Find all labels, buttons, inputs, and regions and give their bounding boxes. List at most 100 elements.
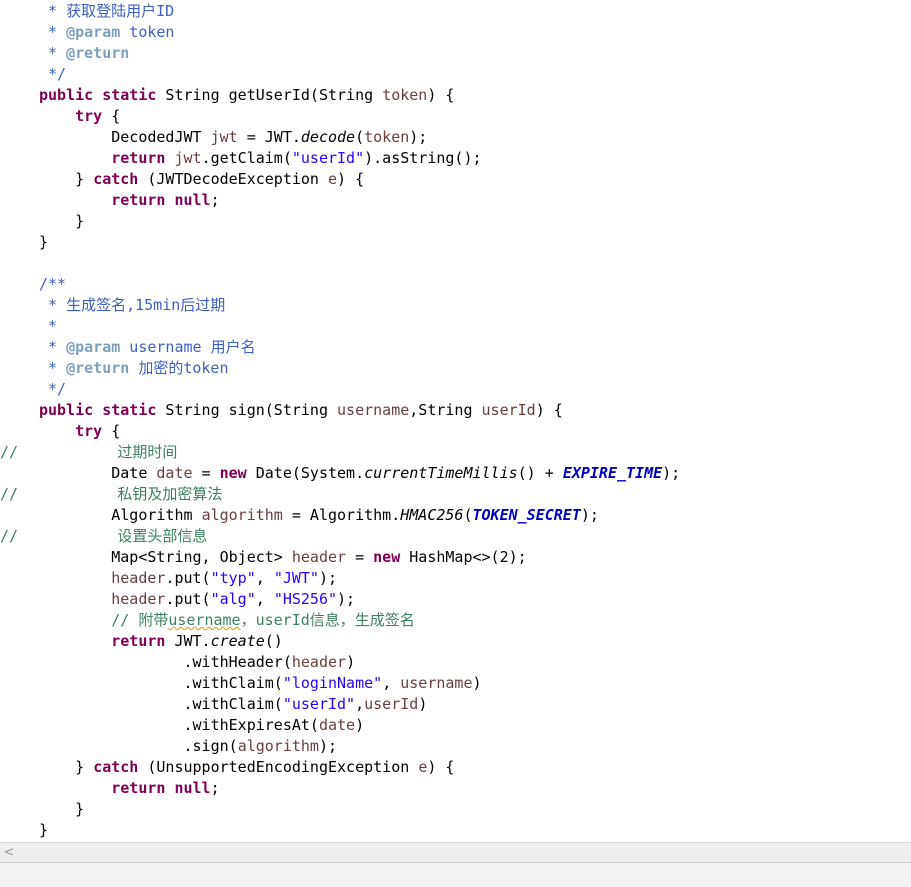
- code-token: *: [39, 317, 58, 335]
- code-token: header: [291, 653, 347, 671]
- code-token: }: [39, 758, 94, 776]
- code-token: */: [39, 380, 67, 398]
- code-token: Date(System.: [246, 464, 365, 482]
- code-line[interactable]: return JWT.create(): [39, 631, 283, 652]
- code-line[interactable]: header.put("typ", "JWT");: [39, 568, 337, 589]
- status-bar: [0, 862, 911, 887]
- code-token: @param: [66, 23, 121, 41]
- code-token: "userId": [291, 149, 365, 167]
- code-token: public: [39, 86, 94, 104]
- code-line[interactable]: * 获取登陆用户ID: [39, 1, 174, 22]
- code-line[interactable]: } catch (UnsupportedEncodingException e)…: [39, 757, 454, 778]
- code-token: String sign(String: [156, 401, 338, 419]
- code-token: "HS256": [273, 590, 338, 608]
- code-token: .sign(: [39, 737, 238, 755]
- code-line[interactable]: public static String getUserId(String to…: [39, 85, 454, 106]
- code-token: "JWT": [273, 569, 319, 587]
- code-token: {: [102, 107, 121, 125]
- code-line[interactable]: Algorithm algorithm = Algorithm.HMAC256(…: [39, 505, 599, 526]
- code-line[interactable]: }: [39, 211, 84, 232]
- code-token: ): [418, 695, 428, 713]
- code-token: (: [355, 128, 365, 146]
- code-token: .withHeader(: [39, 653, 292, 671]
- code-line[interactable]: // 设置头部信息: [0, 526, 207, 547]
- code-token: );: [662, 464, 681, 482]
- code-token: "alg": [210, 590, 256, 608]
- code-line[interactable]: Date date = new Date(System.currentTimeM…: [39, 463, 680, 484]
- code-line[interactable]: */: [39, 379, 66, 400]
- code-token: token: [120, 23, 175, 41]
- code-token: return: [111, 632, 166, 650]
- code-token: HashMap<>(2);: [400, 548, 527, 566]
- code-line[interactable]: // 过期时间: [0, 442, 177, 463]
- code-line[interactable]: // 私钥及加密算法: [0, 484, 222, 505]
- code-token: return: [111, 779, 166, 797]
- code-token: create: [210, 632, 265, 650]
- code-token: date: [318, 716, 356, 734]
- code-token: (JWTDecodeException: [138, 170, 328, 188]
- code-token: *: [39, 44, 67, 62]
- code-line[interactable]: * @param username 用户名: [39, 337, 256, 358]
- code-token: username: [337, 401, 410, 419]
- code-token: null: [174, 779, 211, 797]
- code-token: @return: [66, 359, 130, 377]
- code-line[interactable]: .withClaim("userId",userId): [39, 694, 427, 715]
- code-token: 加密的token: [129, 359, 229, 377]
- code-token: * 获取登陆用户ID: [39, 2, 175, 20]
- code-line[interactable]: .withHeader(header): [39, 652, 355, 673]
- code-line[interactable]: /**: [39, 274, 66, 295]
- code-line[interactable]: }: [39, 232, 48, 253]
- code-line[interactable]: Map<String, Object> header = new HashMap…: [39, 547, 527, 568]
- code-token: static: [102, 401, 157, 419]
- code-token: );: [337, 590, 356, 608]
- code-line[interactable]: * @param token: [39, 22, 174, 43]
- code-token: );: [580, 506, 599, 524]
- code-line[interactable]: header.put("alg", "HS256");: [39, 589, 355, 610]
- code-line[interactable]: }: [39, 799, 84, 820]
- code-token: );: [318, 569, 338, 587]
- code-token: DecodedJWT: [39, 128, 211, 146]
- code-token: =: [346, 548, 374, 566]
- code-token: ;: [210, 779, 220, 797]
- code-line[interactable]: try {: [39, 421, 120, 442]
- code-line[interactable]: return null;: [39, 190, 220, 211]
- code-token: "userId": [282, 695, 356, 713]
- code-token: ,: [255, 590, 274, 608]
- code-line[interactable]: * @return 加密的token: [39, 358, 229, 379]
- code-line[interactable]: .withExpiresAt(date): [39, 715, 364, 736]
- code-token: .withClaim(: [39, 674, 283, 692]
- code-token: .put(: [165, 569, 211, 587]
- code-line[interactable]: * 生成签名,15min后过期: [39, 295, 225, 316]
- code-token: (UnsupportedEncodingException: [138, 758, 419, 776]
- code-token: catch: [93, 170, 139, 188]
- code-line[interactable]: try {: [39, 106, 120, 127]
- code-token: );: [318, 737, 338, 755]
- code-line[interactable]: *: [39, 316, 57, 337]
- code-line[interactable]: DecodedJWT jwt = JWT.decode(token);: [39, 127, 427, 148]
- code-token: // 过期时间: [0, 443, 178, 461]
- code-line[interactable]: } catch (JWTDecodeException e) {: [39, 169, 364, 190]
- code-editor[interactable]: * 获取登陆用户ID * @param token * @return */ pu…: [0, 0, 911, 842]
- code-line[interactable]: }: [39, 820, 48, 841]
- code-line[interactable]: // 附带username，userId信息，生成签名: [39, 610, 415, 631]
- horizontal-scrollbar[interactable]: <: [0, 842, 911, 862]
- scroll-left-arrow-icon[interactable]: <: [2, 843, 16, 862]
- code-line[interactable]: .sign(algorithm);: [39, 736, 337, 757]
- code-token: }: [39, 821, 49, 839]
- code-token: new: [373, 548, 401, 566]
- code-token: userId: [481, 401, 536, 419]
- code-token: try: [75, 422, 103, 440]
- code-line[interactable]: public static String sign(String usernam…: [39, 400, 563, 421]
- code-token: userId: [364, 695, 419, 713]
- code-token: *: [39, 23, 67, 41]
- code-line[interactable]: return null;: [39, 778, 220, 799]
- code-line[interactable]: * @return: [39, 43, 129, 64]
- code-line[interactable]: */: [39, 64, 66, 85]
- code-line[interactable]: return jwt.getClaim("userId").asString()…: [39, 148, 481, 169]
- code-line[interactable]: .withClaim("loginName", username): [39, 673, 481, 694]
- code-token: ;: [210, 191, 220, 209]
- code-token: Map<String, Object>: [39, 548, 292, 566]
